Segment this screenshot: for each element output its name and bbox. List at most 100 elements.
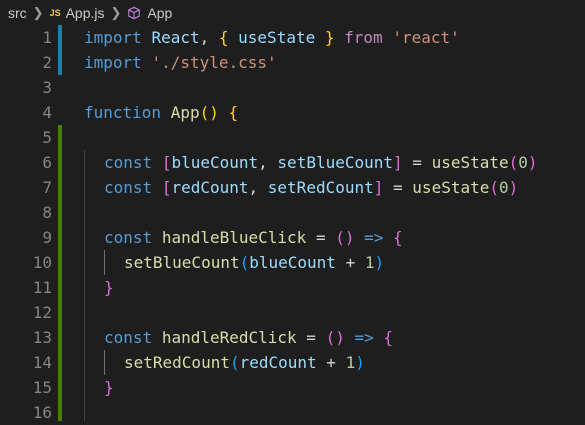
code-token: ( (229, 353, 240, 372)
code-token: () (325, 328, 345, 347)
code-line[interactable]: 2 import './style.css' (0, 50, 585, 75)
code-token: setBlueCount (277, 153, 394, 172)
chevron-right-icon: ❯ (110, 4, 122, 20)
code-token: [ (161, 178, 172, 197)
code-token: ) (527, 153, 538, 172)
code-token: './style.css' (151, 53, 277, 72)
line-number[interactable]: 6 (0, 150, 52, 175)
code-line[interactable]: 16 (0, 400, 585, 425)
code-token: [ (161, 153, 172, 172)
code-token: } (324, 28, 335, 47)
breadcrumb-symbol[interactable]: App (147, 5, 172, 21)
chevron-right-icon: ❯ (32, 4, 44, 20)
code-line[interactable]: 7 const [redCount, setRedCount] = useStat… (0, 175, 585, 200)
breadcrumb: src ❯ JS App.js ❯ App (0, 0, 585, 25)
code-text: const handleBlueClick = () => { (104, 225, 403, 250)
line-number[interactable]: 7 (0, 175, 52, 200)
code-token: const (104, 178, 153, 197)
code-token: import (84, 53, 142, 72)
code-token: , (248, 178, 268, 197)
code-token: => (354, 328, 374, 347)
code-token: , (199, 28, 219, 47)
code-token: = (306, 228, 336, 247)
code-token: { (383, 328, 394, 347)
code-line[interactable]: 15} (0, 375, 585, 400)
line-number[interactable]: 11 (0, 275, 52, 300)
code-token: ( (239, 253, 250, 272)
code-text: } (104, 375, 114, 400)
code-line[interactable]: 6 const [blueCount, setBlueCount] = useSt… (0, 150, 585, 175)
code-token: handleBlueClick (161, 228, 307, 247)
breadcrumb-folder[interactable]: src (8, 5, 27, 21)
code-token: ( (489, 178, 499, 197)
code-token: blueCount (249, 253, 336, 272)
code-token: 1 (345, 353, 356, 372)
line-number[interactable]: 2 (0, 50, 52, 75)
code-text: setBlueCount(blueCount + 1) (124, 250, 384, 275)
code-token: 'react' (392, 28, 460, 47)
code-token: import (84, 28, 142, 47)
code-token: ) (374, 253, 385, 272)
code-token: redCount (171, 178, 249, 197)
code-line[interactable]: 3 (0, 75, 585, 100)
code-text: setRedCount(redCount + 1) (124, 350, 365, 375)
line-number[interactable]: 4 (0, 100, 52, 125)
line-number[interactable]: 5 (0, 125, 52, 150)
line-number[interactable]: 9 (0, 225, 52, 250)
code-token: + (335, 253, 365, 272)
line-number[interactable]: 14 (0, 350, 52, 375)
code-token: { (228, 103, 239, 122)
code-token: useState (412, 178, 490, 197)
code-editor[interactable]: src ❯ JS App.js ❯ App 1 import React, { u… (0, 0, 585, 422)
code-token: ] (373, 178, 384, 197)
line-number[interactable]: 16 (0, 400, 52, 425)
line-number[interactable]: 1 (0, 25, 52, 50)
code-token: const (104, 328, 153, 347)
line-number[interactable]: 8 (0, 200, 52, 225)
code-token: , (258, 153, 278, 172)
code-token: setBlueCount (124, 253, 240, 272)
code-text: const [redCount, setRedCount] = useState… (104, 175, 518, 200)
line-number[interactable]: 3 (0, 75, 52, 100)
code-token: } (104, 378, 114, 397)
code-line[interactable]: 10 setBlueCount(blueCount + 1) (0, 250, 585, 275)
code-token: useState (431, 153, 509, 172)
code-line[interactable]: 4 function App() { (0, 100, 585, 125)
code-line[interactable]: 5 (0, 125, 585, 150)
code-text: function App() { (84, 100, 238, 125)
code-token: () (335, 228, 355, 247)
line-number[interactable]: 13 (0, 325, 52, 350)
code-line[interactable]: 1 import React, { useState } from 'react' (0, 25, 585, 50)
code-area[interactable]: 1 import React, { useState } from 'react'… (0, 25, 585, 422)
code-line[interactable]: 8 (0, 200, 585, 225)
code-text: import './style.css' (84, 50, 277, 75)
code-token: setRedCount (124, 353, 230, 372)
code-token: 0 (518, 153, 528, 172)
code-text: const [blueCount, setBlueCount] = useSta… (104, 150, 538, 175)
code-line[interactable]: 13 const handleRedClick = () => { (0, 325, 585, 350)
code-line[interactable]: 11} (0, 275, 585, 300)
code-token: handleRedClick (161, 328, 297, 347)
line-number[interactable]: 12 (0, 300, 52, 325)
code-token: ) (508, 178, 519, 197)
code-token: React (151, 28, 200, 47)
code-token: () (199, 103, 219, 122)
line-number[interactable]: 15 (0, 375, 52, 400)
code-line[interactable]: 12 (0, 300, 585, 325)
code-line[interactable]: 9 const handleBlueClick = () => { (0, 225, 585, 250)
code-line[interactable]: 14 setRedCount(redCount + 1) (0, 350, 585, 375)
code-token: { (393, 228, 403, 247)
code-token: useState (238, 28, 316, 47)
breadcrumb-file[interactable]: App.js (66, 5, 105, 21)
code-token: ] (393, 153, 403, 172)
line-number[interactable]: 10 (0, 250, 52, 275)
